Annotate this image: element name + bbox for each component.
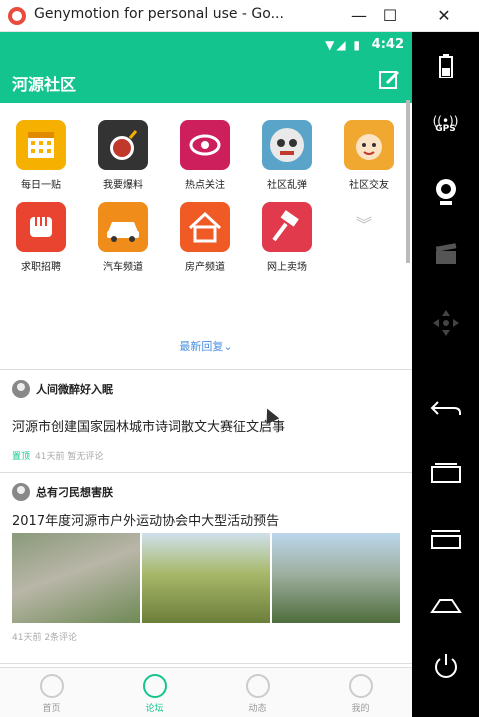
forum-icon [142, 674, 167, 698]
category-label: 社区交友 [349, 180, 389, 191]
pinned-badge: 置顶 [12, 452, 31, 462]
category-label: 房产频道 [185, 262, 225, 273]
app-bar: 河源社区 [0, 59, 412, 103]
back-button[interactable] [412, 398, 479, 422]
post-item[interactable]: 总有刁民想害朕 2017年度河源市户外运动协会中大型活动预告 41天前 2条评论 [0, 473, 412, 663]
battery-button[interactable] [412, 54, 479, 82]
category-online-market[interactable]: 网上卖场 [252, 202, 322, 273]
scrollbar-thumb[interactable] [406, 100, 410, 263]
post-photo[interactable] [272, 533, 400, 623]
car-icon [98, 202, 148, 252]
home-nav-icon [429, 599, 462, 613]
tab-home[interactable]: 首页 [0, 674, 103, 714]
category-label: 求职招聘 [21, 262, 61, 273]
close-button[interactable]: ✕ [421, 0, 467, 31]
genymotion-app-icon [8, 7, 26, 25]
fist-icon [16, 202, 66, 252]
category-label: 热点关注 [185, 180, 225, 191]
avatar[interactable] [12, 483, 30, 501]
tab-label: 论坛 [145, 704, 164, 714]
emulator-side-panel: ((•)) GPS [412, 32, 479, 717]
house-icon [180, 202, 230, 252]
recent-apps-button[interactable] [412, 462, 479, 488]
category-label: 每日一贴 [21, 180, 61, 191]
dpad-icon [432, 310, 459, 336]
post-item[interactable]: 人间微醉好入眠 河源市创建国家园林城市诗词散文大赛征文启事 置顶 41天前 暂无评… [0, 370, 412, 472]
clapperboard-icon [435, 243, 456, 264]
post-author-name: 总有刁民想害朕 [36, 486, 113, 499]
tab-profile[interactable]: 我的 [309, 674, 412, 714]
friends-icon [344, 120, 394, 170]
phone-screen: ▼◢ ▮ 4:42 河源社区 每日一贴 我要爆料 热点关注 社区乱弹 社区交友 … [0, 32, 412, 717]
robot-icon [262, 120, 312, 170]
tab-activity[interactable]: 动态 [206, 674, 309, 714]
gps-button[interactable]: ((•)) GPS [412, 114, 479, 134]
recent-apps-icon [430, 463, 461, 483]
status-icons: ▼◢ ▮ [325, 38, 362, 52]
camera-button[interactable] [412, 177, 479, 211]
post-meta: 41天前 2条评论 [12, 633, 78, 643]
post-photos[interactable] [12, 533, 400, 623]
expand-chevron-icon[interactable]: ︾ [356, 217, 372, 233]
category-community-chat[interactable]: 社区乱弹 [252, 120, 322, 191]
post-title[interactable]: 2017年度河源市户外运动协会中大型活动预告 [12, 510, 279, 529]
gps-label: GPS [435, 124, 456, 134]
edit-icon[interactable] [378, 68, 400, 90]
activity-icon [245, 674, 270, 698]
calendar-icon [16, 120, 66, 170]
post-title[interactable]: 河源市创建国家园林城市诗词散文大赛征文启事 [12, 416, 285, 435]
profile-icon [348, 674, 373, 698]
post-author-name: 人间微醉好入眠 [36, 383, 113, 396]
eye-icon [180, 120, 230, 170]
avatar[interactable] [12, 380, 30, 398]
back-icon [430, 401, 461, 415]
dpad-button[interactable] [412, 308, 479, 342]
category-label: 网上卖场 [267, 262, 307, 273]
webcam-icon [435, 179, 456, 205]
category-report-news[interactable]: 我要爆料 [88, 120, 158, 191]
home-icon [39, 674, 64, 698]
category-label: 我要爆料 [103, 180, 143, 191]
media-button[interactable] [412, 242, 479, 270]
tab-forum[interactable]: 论坛 [103, 674, 206, 714]
bomb-icon [98, 120, 148, 170]
post-meta: 置顶 41天前 暂无评论 [12, 449, 103, 462]
home-button[interactable] [412, 594, 479, 620]
post-meta-text: 41天前 暂无评论 [35, 452, 104, 462]
category-daily-post[interactable]: 每日一贴 [6, 120, 76, 191]
gavel-icon [262, 202, 312, 252]
menu-icon [430, 530, 461, 549]
power-button[interactable] [412, 650, 479, 686]
bottom-tab-bar: 首页 论坛 动态 我的 [0, 667, 412, 717]
menu-button[interactable] [412, 528, 479, 554]
power-icon [434, 654, 457, 678]
tab-label: 我的 [351, 704, 370, 714]
latest-reply-sort[interactable]: 最新回复⌄ [0, 338, 412, 354]
tab-label: 首页 [42, 704, 61, 714]
status-bar: ▼◢ ▮ 4:42 [0, 32, 412, 59]
post-author[interactable]: 人间微醉好入眠 [12, 380, 113, 398]
post-photo[interactable] [142, 533, 270, 623]
maximize-button[interactable]: ☐ [367, 0, 413, 31]
category-label: 汽车频道 [103, 262, 143, 273]
category-community-friends[interactable]: 社区交友 [334, 120, 404, 191]
window-titlebar: Genymotion for personal use - Go... — ☐ … [0, 0, 479, 32]
post-author[interactable]: 总有刁民想害朕 [12, 483, 113, 501]
post-photo[interactable] [12, 533, 140, 623]
divider [0, 663, 412, 664]
battery-icon [438, 54, 453, 79]
status-time: 4:42 [371, 37, 404, 52]
category-jobs[interactable]: 求职招聘 [6, 202, 76, 273]
tab-label: 动态 [248, 704, 267, 714]
category-hot-topics[interactable]: 热点关注 [170, 120, 240, 191]
category-label: 社区乱弹 [267, 180, 307, 191]
window-title: Genymotion for personal use - Go... [34, 6, 284, 22]
category-property[interactable]: 房产频道 [170, 202, 240, 273]
app-title: 河源社区 [12, 75, 77, 94]
category-cars[interactable]: 汽车频道 [88, 202, 158, 273]
